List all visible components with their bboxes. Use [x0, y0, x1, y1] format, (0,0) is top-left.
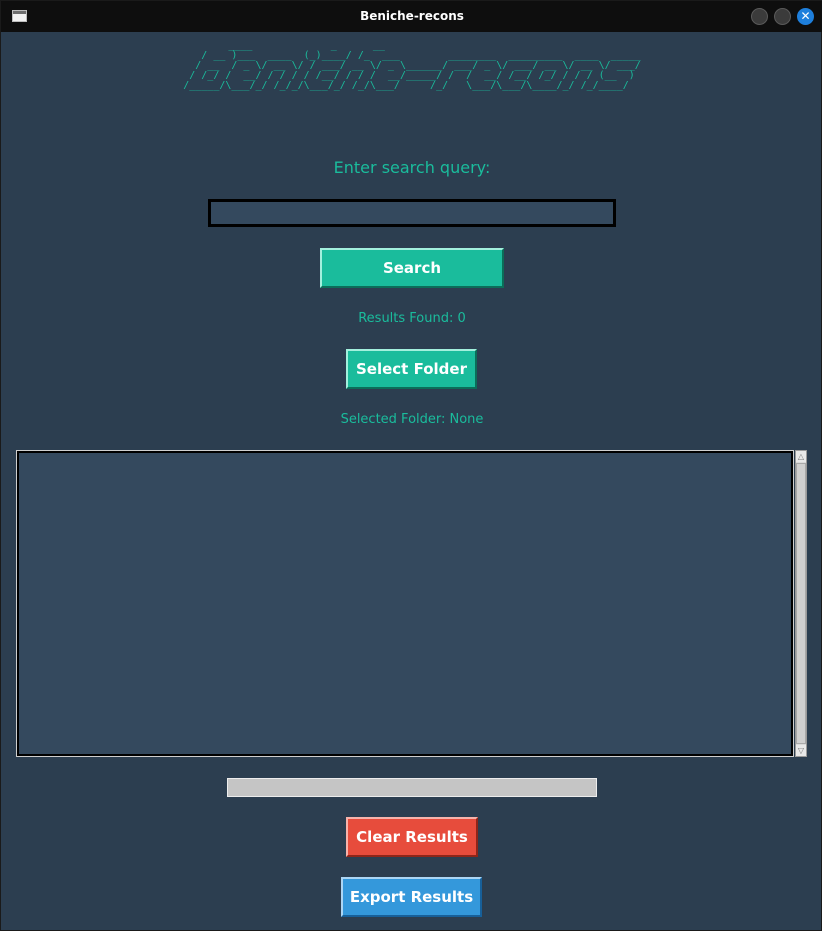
main-content: ____ _ __ / __ )___ ____ (_)____/ /_ ___…: [6, 33, 818, 927]
scroll-down-arrow-icon[interactable]: ▽: [796, 745, 806, 756]
title-bar[interactable]: Beniche-recons ✕: [1, 1, 822, 32]
progress-bar: [227, 778, 597, 797]
results-scrollbar[interactable]: △ ▽: [795, 450, 807, 757]
app-window: Beniche-recons ✕ ____ _ __ / __ )___ ___…: [0, 0, 822, 931]
export-results-button[interactable]: Export Results: [341, 877, 482, 917]
close-button[interactable]: ✕: [797, 8, 814, 25]
search-input[interactable]: [208, 199, 616, 227]
scrollbar-thumb[interactable]: [796, 463, 806, 744]
results-text-area[interactable]: [16, 450, 794, 757]
select-folder-button[interactable]: Select Folder: [346, 349, 477, 389]
close-icon: ✕: [800, 9, 811, 23]
maximize-button[interactable]: [774, 8, 791, 25]
ascii-logo: ____ _ __ / __ )___ ____ (_)____/ /_ ___…: [183, 40, 641, 91]
clear-results-button[interactable]: Clear Results: [346, 817, 478, 857]
scroll-up-arrow-icon[interactable]: △: [796, 451, 806, 462]
window-title: Beniche-recons: [360, 9, 464, 23]
minimize-button[interactable]: [751, 8, 768, 25]
selected-folder-label: Selected Folder: None: [340, 412, 484, 427]
results-count-label: Results Found: 0: [358, 311, 466, 326]
search-label: Enter search query:: [333, 158, 491, 177]
search-button[interactable]: Search: [320, 248, 504, 288]
